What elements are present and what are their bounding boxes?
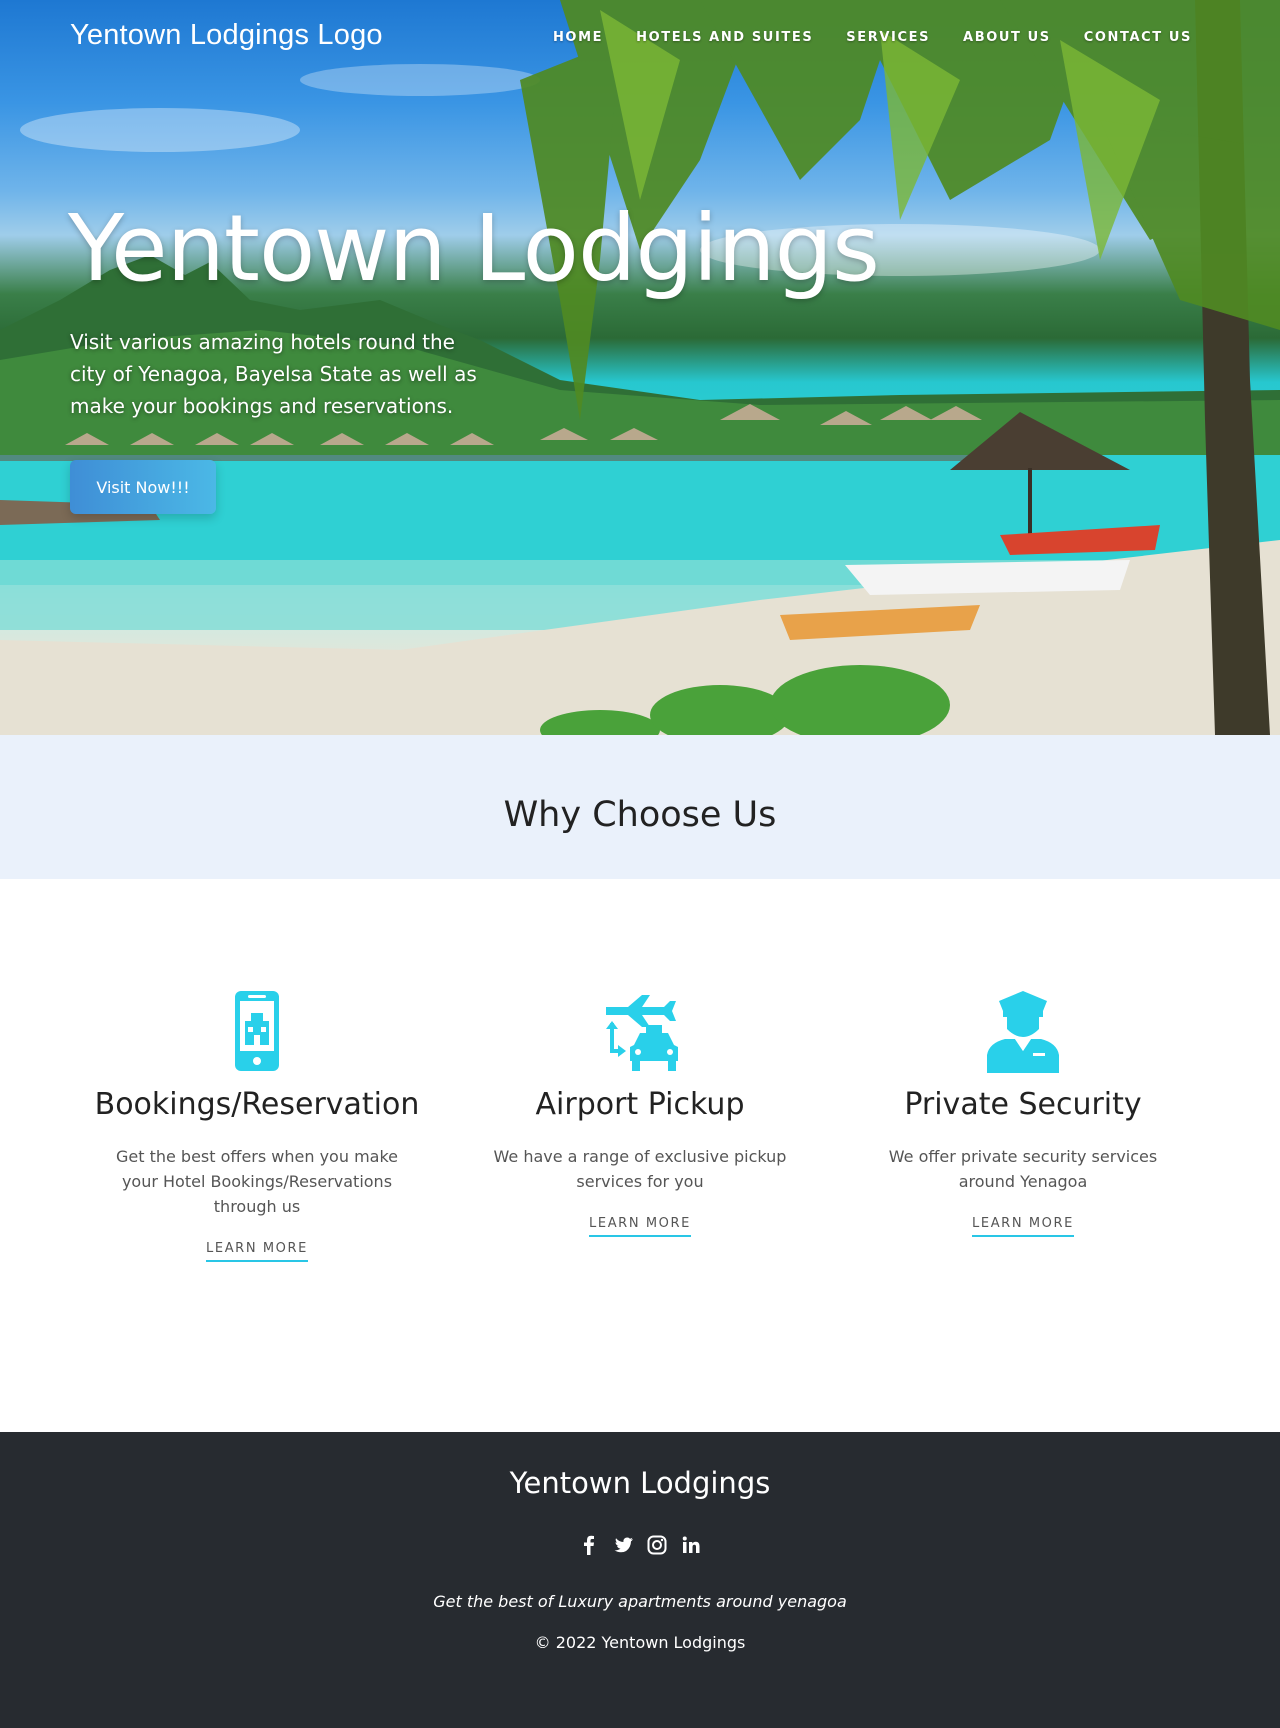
main-menu: HOME HOTELS AND SUITES SERVICES ABOUT US… (520, 30, 1192, 45)
visit-now-button[interactable]: Visit Now!!! (70, 460, 216, 514)
hero-subtitle: Visit various amazing hotels round the c… (70, 330, 477, 418)
plane-car-icon (606, 995, 678, 1071)
nav-services[interactable]: SERVICES (846, 30, 930, 45)
feature-description: We offer private security services aroun… (888, 1147, 1158, 1191)
feature-description: Get the best offers when you make your H… (115, 1147, 398, 1216)
learn-more-link[interactable]: LEARN MORE (206, 1241, 308, 1262)
nav-contact-us[interactable]: CONTACT US (1084, 30, 1192, 45)
hero-title: Yentown Lodgings (68, 195, 880, 302)
section-heading: Why Choose Us (503, 795, 777, 835)
hero-section: Yentown Lodgings Logo HOME HOTELS AND SU… (0, 0, 1280, 735)
copyright-text: © 2022 Yentown Lodgings (534, 1633, 746, 1652)
facebook-icon[interactable] (578, 1534, 600, 1556)
footer-title: Yentown Lodgings (509, 1466, 771, 1500)
site-logo[interactable]: Yentown Lodgings Logo (70, 19, 383, 52)
feature-card-private-security: Private Security We offer private securi… (831, 989, 1215, 1237)
security-guard-icon (987, 991, 1059, 1073)
mobile-hotel-icon (235, 991, 279, 1071)
features-section: Bookings/Reservation Get the best offers… (0, 879, 1280, 1432)
social-links (0, 1534, 1280, 1556)
feature-title: Airport Pickup (535, 1087, 745, 1122)
nav-hotels-and-suites[interactable]: HOTELS AND SUITES (636, 30, 813, 45)
twitter-icon[interactable] (612, 1534, 634, 1556)
instagram-icon[interactable] (646, 1534, 668, 1556)
why-choose-us-band: Why Choose Us (0, 735, 1280, 879)
footer-tagline: Get the best of Luxury apartments around… (433, 1592, 847, 1611)
nav-home[interactable]: HOME (553, 30, 603, 45)
feature-card-airport-pickup: Airport Pickup We have a range of exclus… (448, 989, 832, 1237)
learn-more-link[interactable]: LEARN MORE (589, 1216, 691, 1237)
nav-about-us[interactable]: ABOUT US (963, 30, 1051, 45)
feature-title: Private Security (904, 1087, 1142, 1122)
site-footer: Yentown Lodgings Get the best of Luxury … (0, 1432, 1280, 1728)
feature-card-bookings: Bookings/Reservation Get the best offers… (65, 989, 449, 1262)
top-navigation: Yentown Lodgings Logo HOME HOTELS AND SU… (0, 0, 1280, 76)
feature-description: We have a range of exclusive pickup serv… (493, 1147, 787, 1191)
linkedin-icon[interactable] (680, 1534, 702, 1556)
feature-title: Bookings/Reservation (94, 1087, 420, 1122)
learn-more-link[interactable]: LEARN MORE (972, 1216, 1074, 1237)
